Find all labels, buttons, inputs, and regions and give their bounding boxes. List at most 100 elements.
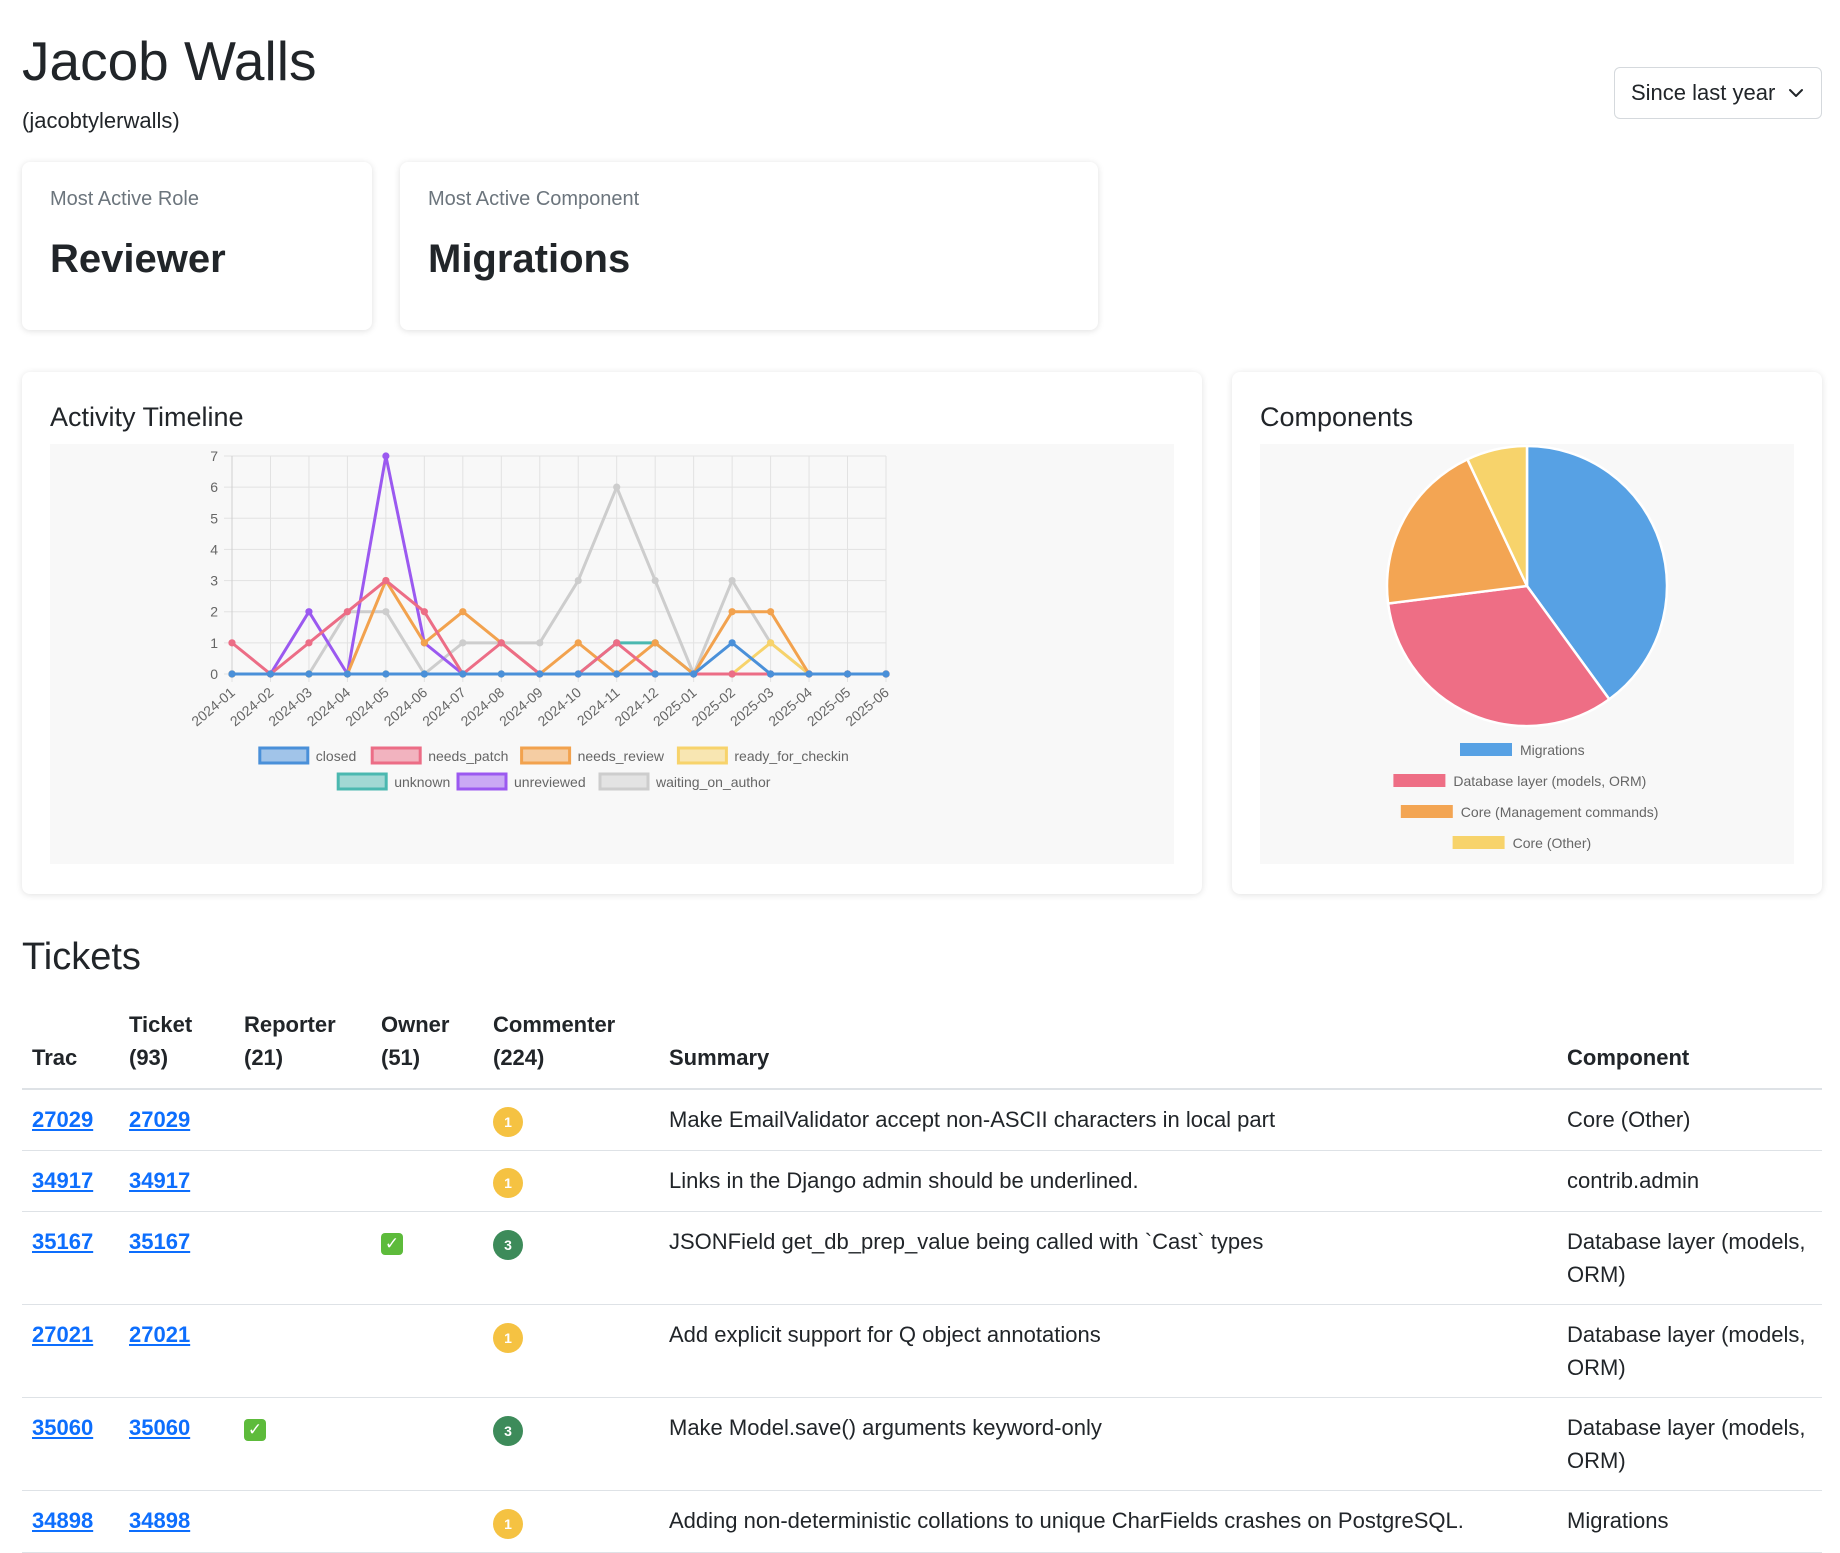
column-header-commenter[interactable]: Commenter (224) bbox=[483, 1000, 659, 1090]
y-tick-label: 5 bbox=[210, 510, 218, 526]
data-point bbox=[497, 639, 505, 647]
legend-label: Core (Management commands) bbox=[1461, 804, 1659, 820]
summary-cell: Adding non-deterministic collations to u… bbox=[659, 1490, 1557, 1553]
trac-link[interactable]: 35060 bbox=[32, 1415, 93, 1440]
ticket-cell: 27029 bbox=[119, 1089, 234, 1152]
ticket-link[interactable]: 27021 bbox=[129, 1322, 190, 1347]
data-point bbox=[651, 670, 659, 678]
y-tick-label: 2 bbox=[210, 604, 218, 620]
trac-link[interactable]: 35167 bbox=[32, 1229, 93, 1254]
commenter-count-badge: 1 bbox=[493, 1322, 523, 1353]
data-point bbox=[805, 670, 813, 678]
ticket-component: Database layer (models, ORM) bbox=[1567, 1322, 1806, 1381]
data-point bbox=[266, 670, 275, 678]
legend-item[interactable]: Migrations bbox=[1460, 742, 1585, 758]
legend-label: needs_review bbox=[578, 748, 665, 764]
table-row: 27021 27021 1 Add explicit support for Q ob… bbox=[22, 1304, 1822, 1399]
ticket-link[interactable]: 35060 bbox=[129, 1415, 190, 1440]
legend-item[interactable]: unknown bbox=[336, 772, 450, 791]
legend-swatch bbox=[598, 772, 650, 791]
data-point bbox=[574, 670, 582, 678]
table-row: 35167 35167 ✓ 3 JSONField get_db_prep_value … bbox=[22, 1211, 1822, 1306]
legend-item[interactable]: ready_for_checkin bbox=[676, 746, 849, 765]
ticket-link[interactable]: 34898 bbox=[129, 1508, 190, 1533]
series-needs_patch bbox=[228, 576, 890, 678]
summary-cell: Links in the Django admin should be unde… bbox=[659, 1150, 1557, 1213]
trac-link[interactable]: 27029 bbox=[32, 1107, 93, 1132]
ticket-link[interactable]: 34917 bbox=[129, 1168, 190, 1193]
commenter-cell: 1 bbox=[483, 1089, 659, 1152]
column-header-component[interactable]: Component bbox=[1557, 1000, 1822, 1090]
ticket-summary: Add explicit support for Q object annota… bbox=[669, 1322, 1101, 1348]
commenter-cell: 1 bbox=[483, 1150, 659, 1213]
legend-item[interactable]: Core (Management commands) bbox=[1400, 804, 1659, 820]
column-header-trac[interactable]: Trac bbox=[22, 1000, 119, 1090]
data-point bbox=[882, 670, 890, 678]
data-point bbox=[382, 452, 390, 460]
legend-item[interactable]: needs_review bbox=[520, 746, 665, 765]
reporter-cell bbox=[234, 1211, 371, 1306]
trac-link[interactable]: 34917 bbox=[32, 1168, 93, 1193]
data-point bbox=[613, 639, 621, 647]
trac-link[interactable]: 34898 bbox=[32, 1508, 93, 1533]
legend-item[interactable]: needs_patch bbox=[370, 746, 508, 765]
owner-cell bbox=[371, 1150, 483, 1213]
panel-title: Components bbox=[1260, 402, 1414, 432]
legend-label: unreviewed bbox=[514, 774, 586, 790]
legend-label: Database layer (models, ORM) bbox=[1453, 773, 1646, 789]
stat-label: Most Active Role bbox=[50, 188, 199, 210]
owner-cell bbox=[371, 1089, 483, 1152]
ticket-cell: 34917 bbox=[119, 1150, 234, 1213]
legend-swatch bbox=[1452, 836, 1505, 849]
reporter-cell bbox=[234, 1490, 371, 1553]
data-point bbox=[459, 639, 467, 647]
owner-cell bbox=[371, 1304, 483, 1399]
most-active-role-card: Most Active Role Reviewer bbox=[22, 162, 372, 330]
reporter-cell bbox=[234, 1150, 371, 1213]
data-point bbox=[766, 608, 775, 616]
stat-label: Most Active Component bbox=[428, 188, 640, 210]
commenter-count-badge: 3 bbox=[493, 1415, 523, 1446]
data-point bbox=[536, 639, 544, 647]
table-row: 35060 35060 ✓ 3 Make Model.save() arguments … bbox=[22, 1397, 1822, 1492]
data-point bbox=[382, 670, 390, 678]
period-select[interactable]: Since last year bbox=[1614, 67, 1822, 119]
y-tick-label: 6 bbox=[210, 479, 218, 495]
y-tick-label: 0 bbox=[210, 666, 218, 682]
legend-item[interactable]: Core (Other) bbox=[1452, 835, 1592, 851]
legend-item[interactable]: closed bbox=[258, 746, 356, 765]
legend-item[interactable]: unreviewed bbox=[456, 772, 586, 791]
commenter-count-badge: 1 bbox=[493, 1168, 523, 1199]
column-header-summary[interactable]: Summary bbox=[659, 1000, 1557, 1090]
column-header-owner[interactable]: Owner (51) bbox=[371, 1000, 483, 1090]
data-point bbox=[690, 670, 698, 678]
activity-timeline-panel: Activity Timeline 0 1 2 3 4 5 6 7 2024-01 2024-02… bbox=[22, 372, 1202, 894]
legend-label: needs_patch bbox=[428, 748, 508, 764]
y-tick-label: 4 bbox=[210, 541, 218, 557]
component-cell: contrib.admin bbox=[1557, 1150, 1822, 1213]
ticket-component: Database layer (models, ORM) bbox=[1567, 1415, 1806, 1474]
trac-link[interactable]: 27021 bbox=[32, 1322, 93, 1347]
legend-item[interactable]: Database layer (models, ORM) bbox=[1393, 773, 1646, 789]
data-point bbox=[343, 670, 352, 678]
ticket-cell: 34898 bbox=[119, 1490, 234, 1553]
reporter-cell bbox=[234, 1089, 371, 1152]
ticket-component: Migrations bbox=[1567, 1508, 1669, 1534]
column-header-reporter[interactable]: Reporter (21) bbox=[234, 1000, 371, 1090]
ticket-cell: 35060 bbox=[119, 1397, 234, 1492]
panel-title: Activity Timeline bbox=[50, 402, 244, 432]
legend-swatch bbox=[676, 746, 728, 765]
legend-item[interactable]: waiting_on_author bbox=[598, 772, 771, 791]
ticket-cell: 27021 bbox=[119, 1304, 234, 1399]
ticket-summary: Links in the Django admin should be unde… bbox=[669, 1168, 1139, 1194]
ticket-link[interactable]: 35167 bbox=[129, 1229, 190, 1254]
chevron-down-icon bbox=[1789, 89, 1803, 97]
data-point bbox=[536, 670, 544, 678]
legend-swatch bbox=[336, 772, 388, 791]
ticket-link[interactable]: 27029 bbox=[129, 1107, 190, 1132]
column-header-ticket[interactable]: Ticket (93) bbox=[119, 1000, 234, 1090]
activity-timeline-chart: 012345672024-012024-022024-032024-042024… bbox=[188, 448, 892, 791]
summary-cell: Make EmailValidator accept non-ASCII cha… bbox=[659, 1089, 1557, 1152]
pie-slices bbox=[1385, 444, 1669, 728]
data-point bbox=[305, 639, 313, 647]
